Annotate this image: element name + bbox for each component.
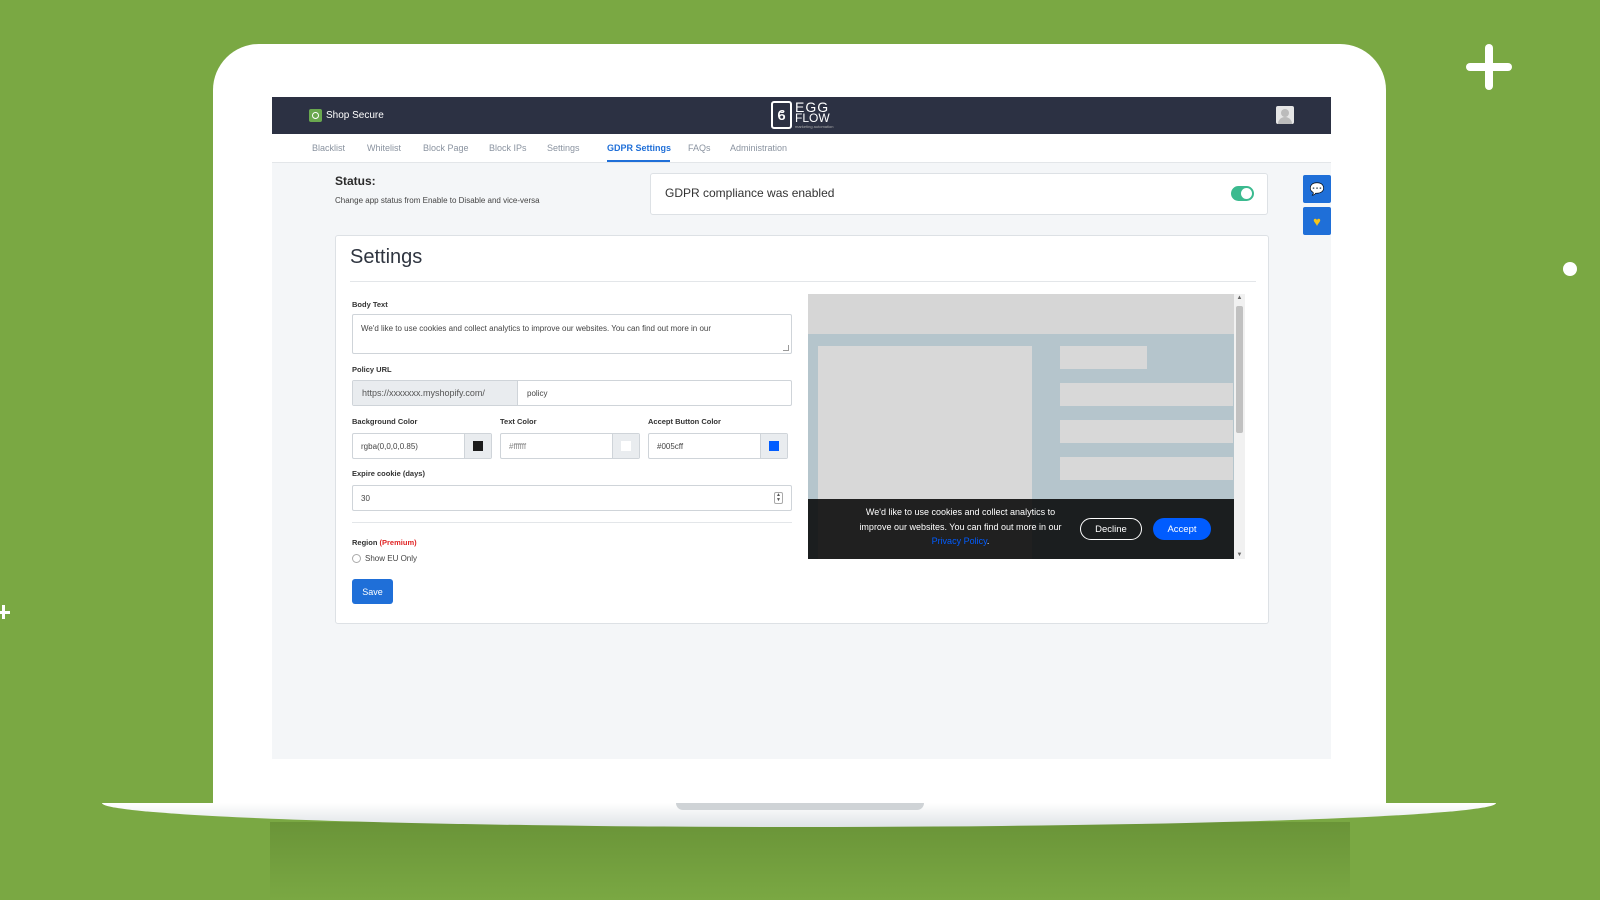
laptop-notch — [676, 803, 924, 810]
tab-whitelist[interactable]: Whitelist — [367, 143, 401, 153]
region-label-text: Region — [352, 538, 378, 547]
cookie-text-line2: improve our websites. You can find out m… — [859, 521, 1062, 532]
region-label: Region (Premium) — [352, 538, 417, 547]
active-tab-indicator — [607, 160, 670, 162]
privacy-policy-link[interactable]: Privacy Policy — [932, 536, 987, 546]
decor-plus-icon — [1466, 44, 1512, 90]
text-color-group: #ffffff — [500, 433, 640, 459]
region-divider — [352, 522, 792, 523]
logo-line2: FLOW — [795, 110, 830, 125]
save-button[interactable]: Save — [352, 579, 393, 604]
body-text-field[interactable]: We'd like to use cookies and collect ana… — [352, 314, 792, 354]
background-color-swatch — [473, 441, 483, 451]
expire-cookie-value: 30 — [361, 494, 370, 503]
cookie-banner-preview: We'd like to use cookies and collect ana… — [808, 294, 1245, 559]
chat-icon: 💬 — [1309, 182, 1325, 196]
accept-button-color-group: #005cff — [648, 433, 788, 459]
preview-bar — [1060, 346, 1147, 369]
gdpr-toggle[interactable] — [1231, 186, 1254, 201]
cookie-text-line1: We'd like to use cookies and collect ana… — [865, 507, 1056, 517]
policy-url-input[interactable]: policy — [518, 381, 791, 405]
background-color-input[interactable]: rgba(0,0,0,0.85) — [353, 434, 464, 458]
scroll-down-icon[interactable]: ▼ — [1234, 552, 1245, 558]
tab-block-page[interactable]: Block Page — [423, 143, 469, 153]
eggflow-logo[interactable]: ϐ EGG FLOW marketing automation — [771, 100, 834, 129]
shop-secure-logo-icon — [309, 109, 322, 122]
decline-button[interactable]: Decline — [1080, 518, 1142, 540]
text-color-input[interactable]: #ffffff — [501, 434, 612, 458]
tab-faqs[interactable]: FAQs — [688, 143, 711, 153]
settings-divider — [350, 281, 1256, 282]
status-message: GDPR compliance was enabled — [665, 186, 835, 200]
policy-url-label: Policy URL — [352, 365, 392, 374]
body-text-label: Body Text — [352, 300, 388, 309]
accept-button-color-input[interactable]: #005cff — [649, 434, 760, 458]
heart-icon: ♥ — [1313, 213, 1321, 229]
top-bar: Shop Secure ϐ EGG FLOW marketing automat… — [272, 97, 1331, 134]
show-eu-only-radio[interactable] — [352, 554, 361, 563]
favorite-button[interactable]: ♥ — [1303, 207, 1331, 235]
background-color-label: Background Color — [352, 417, 418, 426]
accept-button-color-picker[interactable] — [760, 434, 787, 458]
tab-administration[interactable]: Administration — [730, 143, 787, 153]
cookie-bar-text: We'd like to use cookies and collect ana… — [844, 505, 1077, 549]
chat-button[interactable]: 💬 — [1303, 175, 1331, 203]
brand[interactable]: Shop Secure — [309, 109, 384, 122]
background-color-picker[interactable] — [464, 434, 491, 458]
decor-plus-icon — [0, 605, 10, 619]
policy-url-group: https://xxxxxxx.myshopify.com/ policy — [352, 380, 792, 406]
preview-bar — [1060, 383, 1233, 406]
accept-button[interactable]: Accept — [1153, 518, 1211, 540]
text-color-swatch — [621, 441, 631, 451]
decor-dot — [1563, 262, 1577, 276]
tab-gdpr-settings[interactable]: GDPR Settings — [607, 143, 671, 153]
eggflow-mark-icon: ϐ — [771, 101, 792, 129]
cookie-bar-preview: We'd like to use cookies and collect ana… — [808, 499, 1244, 559]
nav-bar: Blacklist Whitelist Block Page Block IPs… — [272, 134, 1331, 163]
accept-button-color-label: Accept Button Color — [648, 417, 721, 426]
cookie-text-suffix: . — [986, 536, 990, 546]
scroll-up-icon[interactable]: ▲ — [1234, 295, 1245, 301]
status-title: Status: — [335, 174, 376, 188]
settings-card: Settings Body Text We'd like to use cook… — [335, 235, 1269, 624]
eggflow-wordmark: EGG FLOW marketing automation — [795, 100, 834, 129]
app-screen: Shop Secure ϐ EGG FLOW marketing automat… — [272, 97, 1331, 759]
text-color-picker[interactable] — [612, 434, 639, 458]
user-avatar-icon[interactable] — [1276, 106, 1294, 124]
logo-tagline: marketing automation — [795, 123, 834, 129]
status-description: Change app status from Enable to Disable… — [335, 196, 540, 205]
status-card: GDPR compliance was enabled — [650, 173, 1268, 215]
scroll-thumb[interactable] — [1236, 306, 1243, 433]
background-color-group: rgba(0,0,0,0.85) — [352, 433, 492, 459]
text-color-label: Text Color — [500, 417, 537, 426]
laptop-shadow — [270, 822, 1350, 900]
show-eu-only-option[interactable]: Show EU Only — [352, 554, 417, 563]
preview-bar — [1060, 457, 1233, 480]
settings-title: Settings — [350, 246, 423, 268]
expire-cookie-input[interactable]: 30 ▲ ▼ — [352, 485, 792, 511]
number-spinner-icon[interactable]: ▲ ▼ — [774, 492, 783, 504]
accept-button-color-swatch — [769, 441, 779, 451]
brand-name: Shop Secure — [326, 110, 384, 121]
expire-cookie-label: Expire cookie (days) — [352, 469, 425, 478]
tab-block-ips[interactable]: Block IPs — [489, 143, 527, 153]
show-eu-only-label: Show EU Only — [365, 554, 418, 563]
policy-url-prefix: https://xxxxxxx.myshopify.com/ — [353, 381, 518, 405]
tab-blacklist[interactable]: Blacklist — [312, 143, 345, 153]
preview-bar — [1060, 420, 1233, 443]
preview-scrollbar[interactable]: ▲ ▼ — [1234, 294, 1245, 559]
premium-badge: (Premium) — [379, 538, 417, 547]
tab-settings[interactable]: Settings — [547, 143, 580, 153]
